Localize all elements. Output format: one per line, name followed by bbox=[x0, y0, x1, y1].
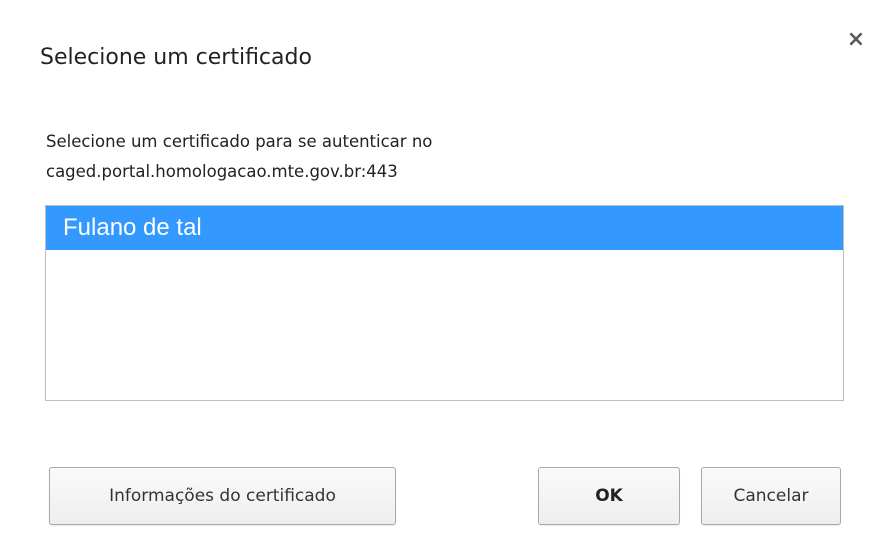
certificate-list[interactable]: Fulano de tal bbox=[45, 205, 844, 401]
cancel-button[interactable]: Cancelar bbox=[701, 467, 841, 525]
select-certificate-dialog: Selecione um certificado × Selecione um … bbox=[0, 0, 875, 558]
dialog-description: Selecione um certificado para se autenti… bbox=[46, 127, 826, 187]
dialog-title: Selecione um certificado bbox=[40, 45, 312, 70]
ok-button[interactable]: OK bbox=[538, 467, 680, 525]
close-icon[interactable]: × bbox=[844, 28, 868, 52]
certificate-info-button[interactable]: Informações do certificado bbox=[49, 467, 396, 525]
description-line-2: caged.portal.homologacao.mte.gov.br:443 bbox=[46, 162, 398, 181]
description-line-1: Selecione um certificado para se autenti… bbox=[46, 132, 433, 151]
certificate-list-item[interactable]: Fulano de tal bbox=[46, 206, 843, 250]
